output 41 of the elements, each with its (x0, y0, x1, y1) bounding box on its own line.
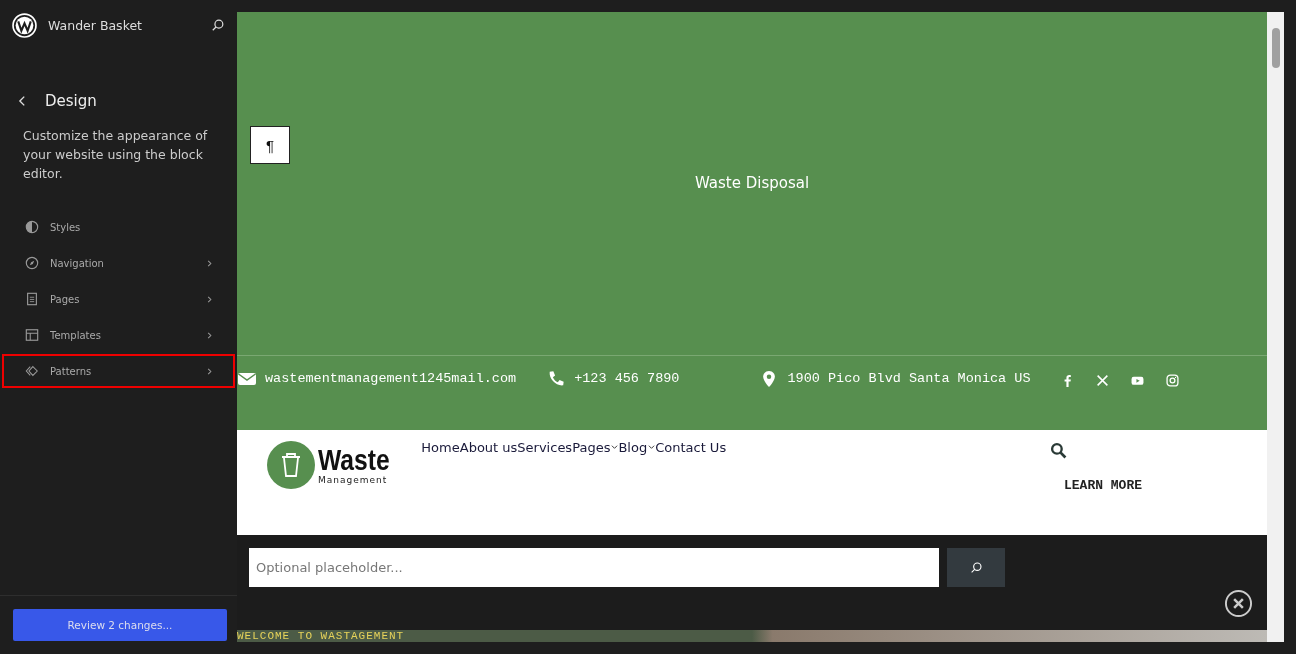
learn-more-link[interactable]: LEARN MORE (1064, 477, 1142, 493)
x-logo-icon[interactable] (1095, 373, 1109, 387)
layout-icon (25, 328, 39, 342)
contact-text: +123 456 7890 (574, 371, 680, 387)
nav-link[interactable]: Pages (572, 439, 619, 455)
menu-item[interactable]: Patterns (2, 354, 235, 388)
recycle-bin-logo-icon (266, 439, 316, 490)
banner-text: WELCOME TO WASTAGEMENT (237, 630, 405, 642)
back-icon[interactable] (18, 94, 27, 108)
search-icon[interactable] (211, 18, 225, 32)
nav-link[interactable]: Contact Us (655, 439, 727, 455)
compass-icon (25, 256, 39, 270)
panel-heading: Design (45, 92, 97, 110)
search-field[interactable]: Optional placeholder... (249, 548, 939, 588)
site-title[interactable]: Wander Basket (48, 17, 211, 33)
logo-tagline: Management (318, 474, 389, 485)
review-changes-button[interactable]: Review 2 changes... (13, 609, 227, 641)
menu-item[interactable]: Pages (2, 282, 235, 316)
close-icon[interactable] (1224, 589, 1253, 619)
nav-link[interactable]: About us (459, 439, 518, 455)
instagram-icon[interactable] (1165, 373, 1179, 387)
nav-link[interactable]: Home (421, 439, 460, 455)
page-icon (25, 292, 39, 306)
scrollbar[interactable] (1267, 12, 1284, 642)
contact-text: wastementmanagement1245mail.com (265, 371, 517, 387)
nav-link[interactable]: Services (517, 439, 573, 455)
nav-link[interactable]: Blog (618, 439, 656, 455)
search-icon[interactable] (1050, 441, 1067, 459)
menu-item[interactable]: Styles (2, 210, 235, 244)
logo-name: Waste (318, 444, 390, 475)
menu-item[interactable]: Navigation (2, 246, 235, 280)
paragraph-button[interactable]: ¶ (250, 126, 290, 164)
search-icon (969, 561, 983, 575)
contact-text: 1900 Pico Blvd Santa Monica US (787, 371, 1031, 387)
search-button[interactable] (947, 548, 1005, 588)
hero-title: Waste Disposal (694, 174, 810, 193)
diamond-icon (25, 364, 39, 378)
panel-description: Customize the appearance of your website using the block editor. (23, 127, 209, 183)
contrast-icon (25, 220, 39, 234)
wordpress-logo-icon[interactable] (12, 12, 37, 38)
menu-item[interactable]: Templates (2, 318, 235, 352)
